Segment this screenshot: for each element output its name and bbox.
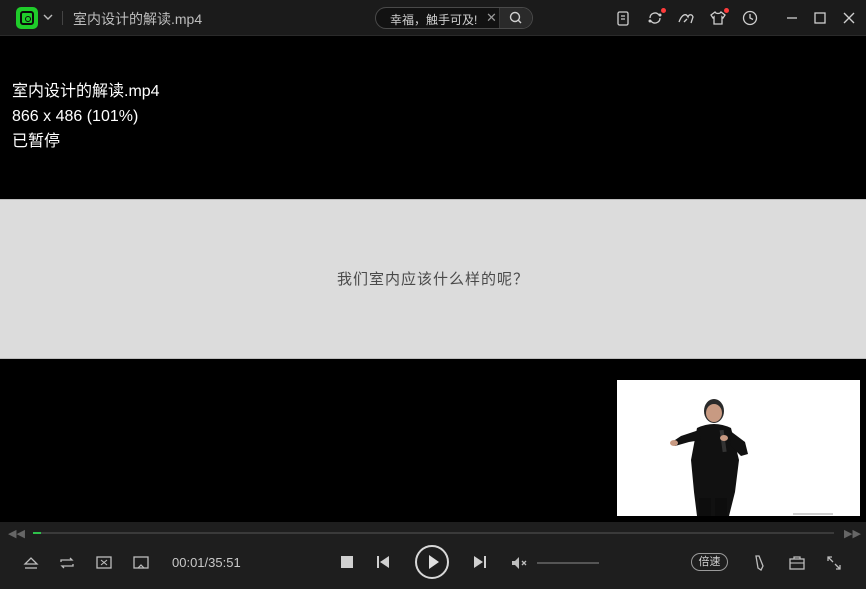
overlay-resolution: 866 x 486 (101%): [12, 108, 139, 125]
seek-bar[interactable]: [33, 532, 834, 534]
clipboard-icon[interactable]: [614, 9, 632, 27]
mute-icon[interactable]: [509, 552, 531, 574]
volume-slider[interactable]: [537, 562, 599, 564]
close-icon[interactable]: [840, 9, 858, 27]
notification-dot: [661, 8, 666, 13]
sync-icon[interactable]: [646, 8, 666, 27]
overlay-status: 已暂停: [12, 133, 61, 150]
dropdown-icon[interactable]: [42, 11, 54, 26]
video-canvas[interactable]: 室内设计的解读.mp4 866 x 486 (101%) 已暂停 我们室内应该什…: [0, 37, 866, 522]
slide-text: 我们室内应该什么样的呢？: [336, 271, 529, 288]
next-icon[interactable]: [469, 551, 491, 573]
minimize-icon[interactable]: [783, 9, 801, 27]
window-title: 室内设计的解读.mp4: [73, 11, 203, 27]
brush-icon[interactable]: [750, 552, 772, 574]
player-controls: ◀◀ ▶▶ 00:01/35:51 倍速: [0, 522, 866, 589]
search-box[interactable]: 幸福，触手可及! ✕: [375, 7, 533, 29]
play-icon: [429, 555, 439, 569]
title-divider: [62, 11, 63, 25]
playback-time: 00:01/35:51: [172, 555, 241, 570]
search-input[interactable]: 幸福，触手可及!: [390, 11, 477, 28]
history-icon[interactable]: [741, 9, 759, 27]
seek-forward-icon[interactable]: ▶▶: [844, 527, 861, 540]
fullscreen-icon[interactable]: [823, 552, 845, 574]
title-bar: 室内设计的解读.mp4 幸福，触手可及! ✕: [0, 0, 866, 36]
search-button[interactable]: [499, 8, 532, 28]
speaker-video: [617, 380, 860, 516]
video-info-overlay: 室内设计的解读.mp4 866 x 486 (101%) 已暂停: [12, 79, 160, 154]
shirt-icon[interactable]: [709, 8, 729, 27]
seek-row: ◀◀ ▶▶: [0, 522, 866, 544]
search-icon: [509, 11, 522, 24]
seek-progress: [33, 532, 41, 534]
previous-icon[interactable]: [372, 551, 394, 573]
screenshot-icon[interactable]: [93, 552, 115, 574]
app-logo-icon[interactable]: [16, 7, 38, 29]
play-button[interactable]: [415, 545, 449, 579]
toolbox-icon[interactable]: [786, 552, 808, 574]
eject-icon[interactable]: [20, 552, 42, 574]
cast-icon[interactable]: [130, 552, 152, 574]
loop-icon[interactable]: [56, 552, 78, 574]
seek-back-icon[interactable]: ◀◀: [8, 527, 25, 540]
notification-dot: [724, 8, 729, 13]
speaker-figure-icon: [617, 380, 860, 516]
clear-search-icon[interactable]: ✕: [486, 10, 497, 26]
stop-icon[interactable]: [336, 551, 358, 573]
maximize-icon[interactable]: [811, 9, 829, 27]
speed-button[interactable]: 倍速: [691, 553, 728, 571]
bird-icon[interactable]: [677, 9, 695, 27]
presentation-slide: 我们室内应该什么样的呢？: [0, 199, 866, 359]
overlay-filename: 室内设计的解读.mp4: [12, 83, 160, 100]
